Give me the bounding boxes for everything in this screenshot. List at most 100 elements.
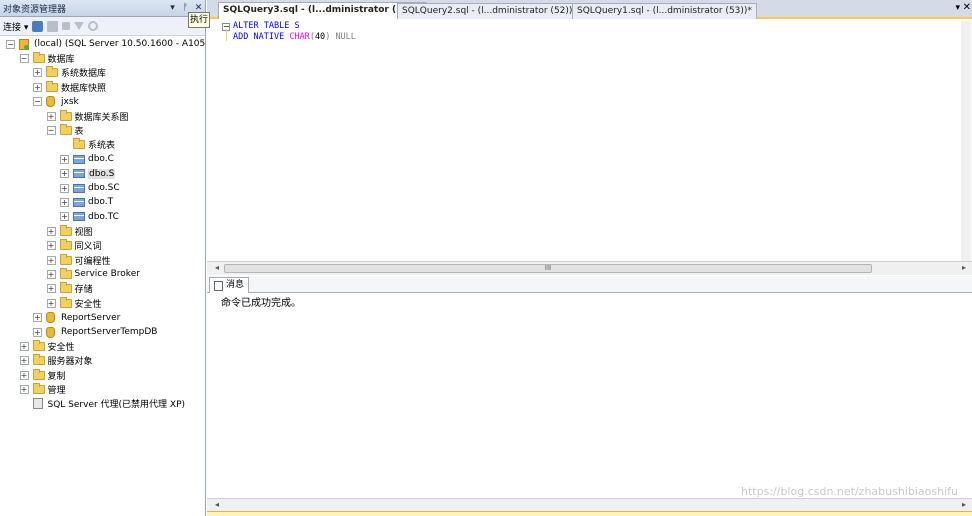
tree-node-label: 系统表 (88, 141, 116, 152)
tab-messages[interactable]: 消息 (209, 277, 250, 293)
collapse-icon[interactable]: − (46, 126, 56, 136)
identifier: NATIVE (253, 32, 285, 42)
tree-node[interactable]: + 同义词 (0, 238, 205, 253)
expand-icon[interactable]: + (33, 68, 42, 78)
collapse-icon[interactable]: − (6, 39, 15, 49)
refresh-icon[interactable] (88, 21, 99, 31)
tree-node-label: 安全性 (47, 342, 75, 353)
expand-icon[interactable]: + (19, 370, 29, 380)
tree-node-label: 数据库快照 (61, 83, 107, 94)
tree-node-label: 可编程性 (74, 256, 111, 267)
query-editor[interactable]: − ALTER TABLE S ADD NATIVE CHAR(40) NULL (207, 21, 972, 261)
object-explorer-titlebar: 对象资源管理器 ▾ ᚠ ✕ (0, 0, 205, 17)
expand-icon[interactable]: + (19, 356, 29, 366)
folder-icon (59, 124, 72, 136)
tree-node-label: dbo.T (88, 197, 114, 208)
tree-node-label: SQL Server 代理(已禁用代理 XP) (47, 400, 186, 411)
expand-icon[interactable]: + (60, 212, 69, 222)
scroll-right-icon[interactable]: ▸ (962, 500, 966, 509)
tree-node[interactable]: − jxsk (0, 95, 205, 109)
tree-node[interactable]: 系统表 (0, 138, 205, 152)
filter-icon[interactable] (74, 22, 85, 30)
dropdown-icon[interactable]: ▾ (166, 3, 179, 13)
tree-node[interactable]: + ReportServer (0, 310, 205, 324)
expand-icon[interactable]: + (46, 284, 56, 294)
connect-icon[interactable] (32, 20, 44, 32)
object-explorer-panel: 对象资源管理器 ▾ ᚠ ✕ 连接 ▾ − (local) (SQL Server … (0, 0, 206, 516)
scrollbar-thumb[interactable]: III (224, 264, 872, 273)
tab-sqlquery1[interactable]: SQLQuery1.sql - (l...dministrator (53))* (572, 3, 757, 19)
editor-horizontal-scrollbar[interactable]: ◂ III ▸ (207, 261, 972, 275)
tree-node[interactable]: − 表 (0, 123, 205, 137)
folder-icon (32, 383, 45, 395)
tab-sqlquery2[interactable]: SQLQuery2.sql - (l...dministrator (52))* (397, 3, 582, 19)
code-line-2[interactable]: ADD NATIVE CHAR(40) NULL (233, 32, 356, 42)
tree-node-label: 服务器对象 (47, 357, 93, 368)
collapse-icon[interactable]: − (19, 54, 29, 64)
object-explorer-title: 对象资源管理器 (3, 4, 67, 15)
expand-icon[interactable]: + (46, 241, 56, 251)
folder-icon (59, 109, 72, 121)
expand-icon[interactable]: + (19, 385, 29, 395)
expand-icon[interactable]: + (60, 183, 69, 193)
close-tab-icon[interactable]: ✕ (963, 2, 971, 13)
stop-icon[interactable] (62, 22, 71, 30)
tree-node[interactable]: SQL Server 代理(已禁用代理 XP) (0, 397, 205, 411)
folder-icon (32, 354, 45, 366)
folder-icon (32, 52, 45, 64)
folder-icon (59, 239, 72, 251)
editor-vertical-scrollbar[interactable] (961, 21, 971, 261)
connect-button[interactable]: 连接 ▾ (3, 20, 28, 33)
results-horizontal-scrollbar[interactable]: ◂ ▸ (207, 498, 972, 511)
expand-icon[interactable]: + (46, 111, 56, 121)
expand-icon[interactable]: + (19, 341, 29, 351)
database-icon (46, 326, 55, 338)
agent-icon (32, 398, 43, 410)
scroll-left-icon[interactable]: ◂ (215, 500, 219, 509)
folder-icon (59, 282, 72, 294)
tree-node[interactable]: + 管理 (0, 382, 205, 396)
tree-node-label: 同义词 (74, 242, 102, 253)
tree-node[interactable]: + 安全性 (0, 296, 205, 310)
tree-node[interactable]: + dbo.TC (0, 210, 205, 224)
tree-node[interactable]: + dbo.S (0, 167, 205, 181)
tree-node[interactable]: + 视图 (0, 224, 205, 238)
tree-node[interactable]: + 安全性 (0, 339, 205, 353)
tree-node[interactable]: + 复制 (0, 368, 205, 382)
disconnect-icon[interactable] (47, 20, 59, 32)
tab-sqlquery3[interactable]: SQLQuery3.sql - (l...dministrator (55))* (218, 2, 427, 19)
table-icon (73, 154, 85, 164)
tree-node[interactable]: + dbo.SC (0, 181, 205, 195)
tree-node[interactable]: + 存储 (0, 282, 205, 296)
tree-node[interactable]: + 系统数据库 (0, 66, 205, 80)
tree-node[interactable]: + dbo.C (0, 152, 205, 166)
tab-list-dropdown-icon[interactable]: ▾ (955, 3, 960, 13)
tree-node[interactable]: + 服务器对象 (0, 354, 205, 368)
expand-icon[interactable]: + (60, 154, 69, 164)
tree-node[interactable]: + 数据库快照 (0, 80, 205, 94)
expand-icon[interactable]: + (33, 327, 42, 337)
expand-icon[interactable]: + (46, 298, 56, 308)
tree-node[interactable]: + ReportServerTempDB (0, 325, 205, 339)
results-tabs: 消息 (207, 276, 972, 293)
tree-node[interactable]: + Service Broker (0, 267, 205, 281)
tree-node-label: jxsk (61, 96, 79, 107)
scroll-right-icon[interactable]: ▸ (962, 263, 966, 272)
tree-node[interactable]: + 数据库关系图 (0, 109, 205, 123)
expand-icon[interactable]: + (60, 197, 69, 207)
expand-icon[interactable]: + (46, 269, 56, 279)
expand-icon[interactable]: + (46, 255, 56, 265)
tree-node[interactable]: + dbo.T (0, 195, 205, 209)
tree-node[interactable]: + 可编程性 (0, 253, 205, 267)
tree-node[interactable]: − 数据库 (0, 51, 205, 65)
expand-icon[interactable]: + (33, 82, 42, 92)
expand-icon[interactable]: + (33, 313, 42, 323)
status-bar (207, 511, 972, 516)
collapse-icon[interactable]: − (33, 97, 42, 107)
tree-node[interactable]: − (local) (SQL Server 10.50.1600 - A105-0… (0, 37, 205, 51)
expand-icon[interactable]: + (60, 169, 69, 179)
scroll-left-icon[interactable]: ◂ (215, 263, 219, 272)
code-line-1[interactable]: ALTER TABLE S (233, 21, 300, 31)
expand-icon[interactable]: + (46, 226, 56, 236)
execute-tooltip: 执行 (188, 12, 210, 28)
